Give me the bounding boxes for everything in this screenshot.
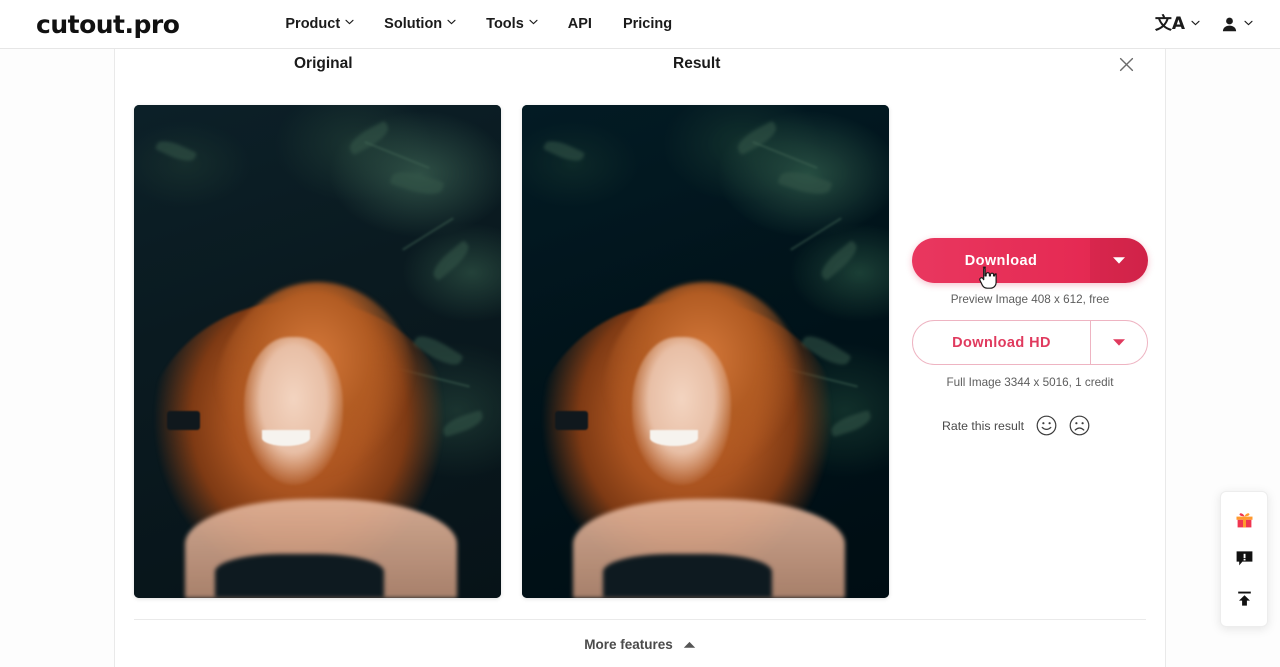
original-label: Original xyxy=(294,55,353,72)
download-dropdown-toggle[interactable] xyxy=(1090,238,1148,283)
close-icon xyxy=(1119,57,1134,77)
nav-label: Product xyxy=(285,16,341,32)
download-hd-button-label: Download HD xyxy=(952,334,1051,351)
chevron-down-icon xyxy=(1191,20,1200,28)
more-features-toggle[interactable]: More features xyxy=(115,637,1165,652)
nav-label: Solution xyxy=(384,16,443,32)
nav-item-product[interactable]: Product xyxy=(285,16,354,32)
smiley-face-icon[interactable] xyxy=(1036,415,1057,436)
main-nav: Product Solution Tools API Pricing xyxy=(285,16,672,32)
page-root: cutout.pro Product Solution Tools API Pr… xyxy=(0,0,1280,667)
download-button-label: Download xyxy=(964,252,1038,269)
person-icon xyxy=(1221,16,1238,33)
nav-item-tools[interactable]: Tools xyxy=(486,16,538,32)
nav-label: API xyxy=(567,16,592,32)
nav-item-api[interactable]: API xyxy=(568,16,592,32)
caret-down-icon xyxy=(1112,334,1126,352)
preview-caption: Preview Image 408 x 612, free xyxy=(950,293,1110,306)
caret-up-icon xyxy=(683,637,696,652)
back-to-top-icon[interactable] xyxy=(1229,583,1259,613)
download-button[interactable]: Download xyxy=(912,238,1148,283)
rate-label: Rate this result xyxy=(942,418,1025,433)
feedback-icon[interactable] xyxy=(1229,544,1259,574)
language-switcher[interactable]: 文A xyxy=(1154,14,1200,34)
result-photo xyxy=(522,105,889,598)
download-hd-button[interactable]: Download HD xyxy=(912,320,1148,365)
rate-result-row: Rate this result xyxy=(912,415,1148,436)
result-label: Result xyxy=(673,55,721,72)
chevron-down-icon xyxy=(447,19,456,27)
logo[interactable]: cutout.pro xyxy=(36,10,180,39)
nav-label: Tools xyxy=(486,16,524,32)
result-image[interactable] xyxy=(522,105,889,598)
header-right-actions: 文A xyxy=(1154,0,1253,49)
nav-item-solution[interactable]: Solution xyxy=(384,16,456,32)
gift-icon[interactable] xyxy=(1229,505,1259,535)
nav-item-pricing[interactable]: Pricing xyxy=(623,16,672,32)
footer-divider xyxy=(134,619,1146,620)
frowning-face-icon[interactable] xyxy=(1069,415,1090,436)
nav-label: Pricing xyxy=(622,16,673,32)
download-controls: Download Preview Image 408 x 612, free D… xyxy=(912,238,1148,436)
original-photo xyxy=(134,105,501,598)
translate-icon: 文A xyxy=(1154,14,1185,34)
result-panel: Original Result Download Preview Image 4… xyxy=(114,49,1166,667)
full-image-caption: Full Image 3344 x 5016, 1 credit xyxy=(946,376,1114,389)
chevron-down-icon xyxy=(345,19,354,27)
original-image[interactable] xyxy=(134,105,501,598)
caret-down-icon xyxy=(1112,252,1126,270)
chevron-down-icon xyxy=(1244,20,1253,28)
close-button[interactable] xyxy=(1113,54,1139,80)
download-hd-dropdown-toggle[interactable] xyxy=(1090,321,1147,364)
more-features-label: More features xyxy=(584,637,673,652)
chevron-down-icon xyxy=(529,19,538,27)
site-header: cutout.pro Product Solution Tools API Pr… xyxy=(0,0,1280,49)
account-menu[interactable] xyxy=(1221,16,1253,33)
floating-action-widget xyxy=(1220,491,1268,627)
